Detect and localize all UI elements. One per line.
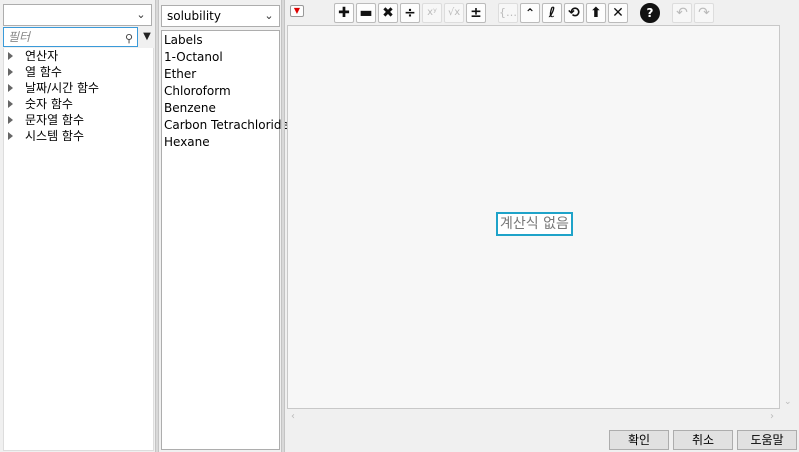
list-item[interactable]: 1-Octanol bbox=[162, 49, 279, 66]
tree-item-label: 연산자 bbox=[25, 49, 59, 63]
expand-icon[interactable] bbox=[8, 116, 13, 124]
tree-item-label: 열 함수 bbox=[25, 65, 62, 79]
table-select-value: solubility bbox=[167, 9, 221, 23]
chevron-left-icon[interactable]: ‹ bbox=[291, 411, 295, 422]
chevron-right-icon[interactable]: › bbox=[770, 411, 774, 422]
tree-item[interactable]: 시스템 함수 bbox=[4, 128, 153, 144]
list-item[interactable]: Ether bbox=[162, 66, 279, 83]
list-icon[interactable]: {… bbox=[498, 3, 518, 23]
plus-minus-icon[interactable]: ± bbox=[466, 3, 486, 23]
tree-item[interactable]: 날짜/시간 함수 bbox=[4, 80, 153, 96]
ok-button[interactable]: 확인 bbox=[609, 430, 669, 450]
vertical-scrollbar[interactable]: ⌄ bbox=[780, 25, 797, 409]
chevron-down-icon[interactable]: ⌄ bbox=[784, 397, 792, 407]
list-item[interactable]: Chloroform bbox=[162, 83, 279, 100]
formula-editor-window: ⌄ 필터 ⚲ ▼ 연산자 열 함수 날짜/시간 함수 숫자 함수 문자열 함수 … bbox=[0, 0, 799, 452]
list-item[interactable]: Labels bbox=[162, 32, 279, 49]
redo-icon[interactable]: ↷ bbox=[694, 3, 714, 23]
plus-icon[interactable]: ✚ bbox=[334, 3, 354, 23]
root-icon[interactable]: √x bbox=[444, 3, 464, 23]
column-panel: solubility ⌄ Labels 1-Octanol Ether Chlo… bbox=[160, 0, 289, 452]
help-button[interactable]: 도움말 bbox=[737, 430, 797, 450]
tree-item[interactable]: 숫자 함수 bbox=[4, 96, 153, 112]
tree-item[interactable]: 문자열 함수 bbox=[4, 112, 153, 128]
tree-item-label: 숫자 함수 bbox=[25, 97, 73, 111]
horizontal-scrollbar[interactable]: ‹ › bbox=[287, 409, 780, 426]
peel-icon[interactable]: ⬆ bbox=[586, 3, 606, 23]
undo-icon[interactable]: ↶ bbox=[672, 3, 692, 23]
chevron-down-icon: ⌄ bbox=[136, 8, 146, 21]
search-icon: ⚲ bbox=[124, 32, 133, 45]
function-panel: ⌄ 필터 ⚲ ▼ 연산자 열 함수 날짜/시간 함수 숫자 함수 문자열 함수 … bbox=[0, 0, 156, 452]
local-icon[interactable]: ℓ bbox=[542, 3, 562, 23]
formula-canvas[interactable]: 계산식 없음 bbox=[287, 25, 780, 409]
list-item[interactable]: Carbon Tetrachloride bbox=[162, 117, 289, 134]
filter-input[interactable]: 필터 ⚲ bbox=[3, 27, 138, 47]
chevron-down-icon: ⌄ bbox=[264, 9, 274, 22]
function-group-select[interactable]: ⌄ bbox=[3, 4, 152, 26]
swap-icon[interactable]: ⟲ bbox=[564, 3, 584, 23]
function-tree: 연산자 열 함수 날짜/시간 함수 숫자 함수 문자열 함수 시스템 함수 bbox=[3, 48, 154, 451]
filter-row: 필터 ⚲ ▼ bbox=[3, 27, 154, 47]
expand-icon[interactable] bbox=[8, 68, 13, 76]
filter-placeholder: 필터 bbox=[8, 30, 31, 44]
expand-icon[interactable] bbox=[8, 84, 13, 92]
list-item[interactable]: Benzene bbox=[162, 100, 279, 117]
formula-placeholder[interactable]: 계산식 없음 bbox=[496, 212, 573, 236]
panel-splitter[interactable] bbox=[281, 0, 285, 452]
tree-item-label: 시스템 함수 bbox=[25, 129, 85, 143]
formula-toolbar: ▼ ✚ ▬ ✖ ÷ xʸ √x ± {… ⌃ ℓ ⟲ ⬆ ✕ ? ↶ ↷ bbox=[286, 3, 799, 25]
minus-icon[interactable]: ▬ bbox=[356, 3, 376, 23]
expand-icon[interactable] bbox=[8, 132, 13, 140]
caret-icon[interactable]: ⌃ bbox=[520, 3, 540, 23]
cancel-button[interactable]: 취소 bbox=[673, 430, 733, 450]
filter-menu-icon[interactable]: ▼ bbox=[140, 27, 154, 47]
expand-icon[interactable] bbox=[8, 100, 13, 108]
panel-splitter[interactable] bbox=[155, 0, 159, 452]
tree-item[interactable]: 연산자 bbox=[4, 48, 153, 64]
tree-item-label: 문자열 함수 bbox=[25, 113, 85, 127]
divide-icon[interactable]: ÷ bbox=[400, 3, 420, 23]
table-select[interactable]: solubility ⌄ bbox=[161, 5, 280, 27]
tree-item[interactable]: 열 함수 bbox=[4, 64, 153, 80]
multiply-icon[interactable]: ✖ bbox=[378, 3, 398, 23]
formula-panel: ▼ ✚ ▬ ✖ ÷ xʸ √x ± {… ⌃ ℓ ⟲ ⬆ ✕ ? ↶ ↷ 계산식… bbox=[286, 0, 799, 452]
delete-icon[interactable]: ✕ bbox=[608, 3, 628, 23]
column-list: Labels 1-Octanol Ether Chloroform Benzen… bbox=[161, 30, 289, 450]
power-icon[interactable]: xʸ bbox=[422, 3, 442, 23]
tree-item-label: 날짜/시간 함수 bbox=[25, 81, 100, 95]
help-icon[interactable]: ? bbox=[640, 3, 660, 23]
menu-icon[interactable]: ▼ bbox=[290, 5, 304, 17]
expand-icon[interactable] bbox=[8, 52, 13, 60]
list-item[interactable]: Hexane bbox=[162, 134, 279, 151]
